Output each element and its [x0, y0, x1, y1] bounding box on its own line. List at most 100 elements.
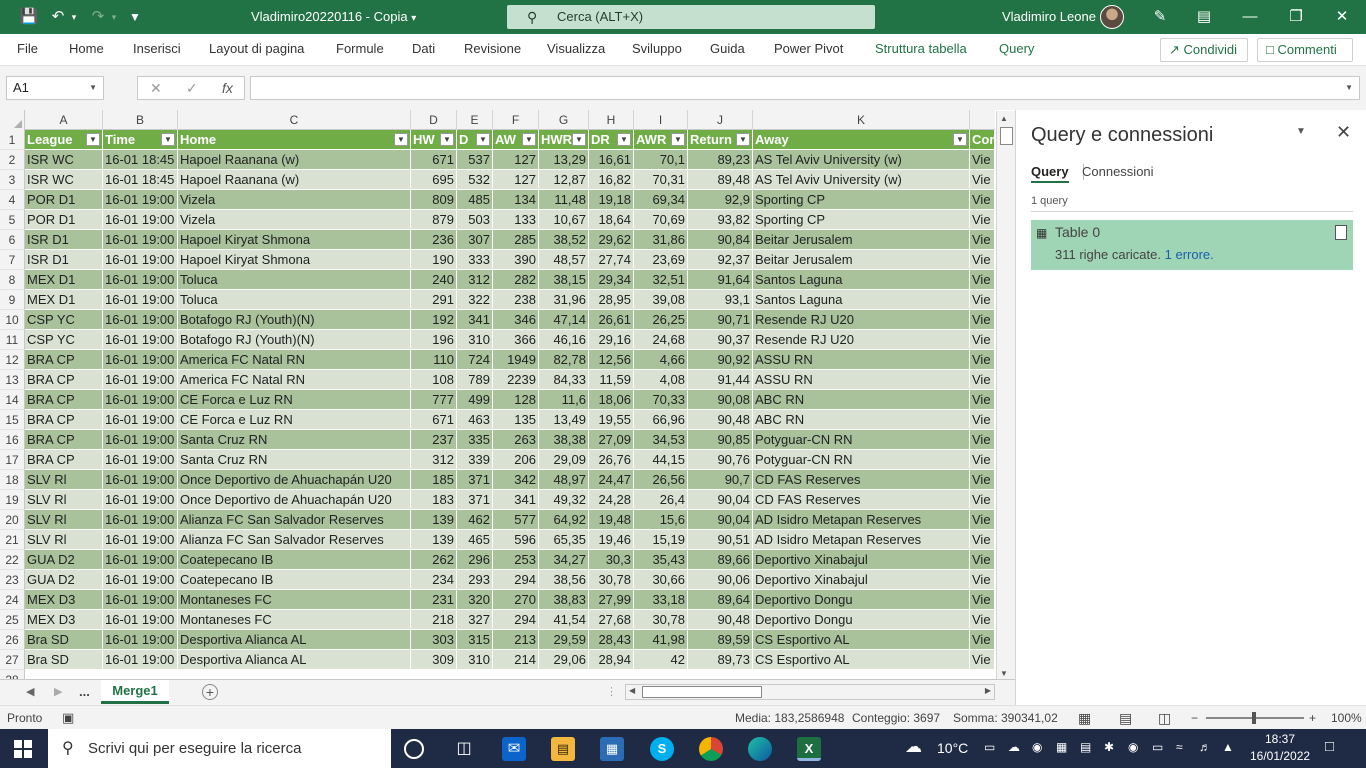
table-cell[interactable]: MEX D3 [25, 610, 103, 630]
battery-icon[interactable]: ▭ [1152, 740, 1163, 754]
table-cell[interactable]: Sporting CP [753, 210, 970, 230]
table-cell[interactable]: 192 [411, 310, 457, 330]
close-icon[interactable]: ✕ [1330, 0, 1354, 34]
table-cell[interactable]: 91,64 [688, 270, 753, 290]
tab-review[interactable]: Revisione [464, 34, 521, 64]
table-cell[interactable]: 28,94 [589, 650, 634, 670]
header-cell[interactable]: League ▼ [25, 130, 103, 150]
table-cell[interactable]: 19,18 [589, 190, 634, 210]
table-cell[interactable]: ISR WC [25, 150, 103, 170]
table-cell[interactable]: 16-01 19:00 [103, 230, 178, 250]
table-cell[interactable]: 26,56 [634, 470, 688, 490]
cancel-icon[interactable]: ✕ [150, 77, 162, 99]
table-cell[interactable]: 231 [411, 590, 457, 610]
table-cell[interactable]: ISR D1 [25, 250, 103, 270]
table-cell[interactable]: POR D1 [25, 190, 103, 210]
row-number[interactable]: 22 [0, 550, 25, 570]
page-break-view-icon[interactable]: ◫ [1158, 706, 1171, 730]
table-cell[interactable]: Bra SD [25, 650, 103, 670]
table-cell[interactable]: 312 [457, 270, 493, 290]
insert-function-icon[interactable]: fx [222, 77, 233, 99]
table-cell[interactable]: BRA CP [25, 450, 103, 470]
table-cell[interactable]: 30,66 [634, 570, 688, 590]
table-cell[interactable]: 263 [493, 430, 539, 450]
table-cell[interactable]: Desportiva Alianca AL [178, 650, 411, 670]
table-cell[interactable]: Vie [970, 650, 995, 670]
save-icon[interactable]: 💾 [18, 0, 40, 34]
table-cell[interactable]: 16-01 18:45 [103, 150, 178, 170]
table-cell[interactable]: 108 [411, 370, 457, 390]
filter-dropdown-icon[interactable]: ▼ [394, 133, 408, 146]
table-cell[interactable]: Beitar Jerusalem [753, 230, 970, 250]
table-cell[interactable]: 90,08 [688, 390, 753, 410]
table-cell[interactable]: 28,43 [589, 630, 634, 650]
tab-connections[interactable]: Connessioni [1082, 164, 1154, 179]
table-cell[interactable]: Deportivo Dongu [753, 590, 970, 610]
table-cell[interactable]: BRA CP [25, 370, 103, 390]
table-cell[interactable]: Bra SD [25, 630, 103, 650]
table-cell[interactable]: 262 [411, 550, 457, 570]
row-number[interactable]: 18 [0, 470, 25, 490]
table-cell[interactable]: Hapoel Raanana (w) [178, 150, 411, 170]
table-cell[interactable]: 879 [411, 210, 457, 230]
table-cell[interactable]: 30,78 [634, 610, 688, 630]
table-cell[interactable]: CD FAS Reserves [753, 490, 970, 510]
zoom-in-icon[interactable]: + [1309, 706, 1316, 730]
table-cell[interactable]: 320 [457, 590, 493, 610]
more-sheets[interactable]: ... [79, 680, 90, 704]
column-header-i[interactable]: I [634, 110, 688, 130]
table-cell[interactable]: 66,96 [634, 410, 688, 430]
table-cell[interactable]: 293 [457, 570, 493, 590]
table-cell[interactable]: 16-01 19:00 [103, 330, 178, 350]
table-cell[interactable]: 285 [493, 230, 539, 250]
table-cell[interactable]: 133 [493, 210, 539, 230]
normal-view-icon[interactable]: ▦ [1078, 706, 1091, 730]
table-cell[interactable]: 16-01 19:00 [103, 270, 178, 290]
scroll-up-icon[interactable]: ▲ [1000, 114, 1008, 123]
table-cell[interactable]: 92,37 [688, 250, 753, 270]
table-cell[interactable]: 90,51 [688, 530, 753, 550]
table-cell[interactable]: Vie [970, 550, 995, 570]
table-cell[interactable]: 26,25 [634, 310, 688, 330]
store-icon[interactable]: ▦ [600, 737, 624, 761]
table-cell[interactable]: Vie [970, 270, 995, 290]
table-cell[interactable]: 84,33 [539, 370, 589, 390]
table-cell[interactable]: CE Forca e Luz RN [178, 410, 411, 430]
header-cell[interactable]: AW ▼ [493, 130, 539, 150]
tab-data[interactable]: Dati [412, 34, 435, 64]
table-cell[interactable]: Vie [970, 570, 995, 590]
tab-queries[interactable]: Query [1031, 164, 1069, 183]
column-header-g[interactable]: G [539, 110, 589, 130]
row-number[interactable]: 21 [0, 530, 25, 550]
table-cell[interactable]: Vie [970, 350, 995, 370]
table-cell[interactable]: Hapoel Kiryat Shmona [178, 250, 411, 270]
table-cell[interactable]: 310 [457, 650, 493, 670]
table-cell[interactable]: 26,4 [634, 490, 688, 510]
refresh-document-icon[interactable] [1335, 225, 1347, 240]
scroll-left-icon[interactable]: ◀ [629, 686, 635, 695]
table-cell[interactable]: MEX D1 [25, 290, 103, 310]
table-cell[interactable]: 27,99 [589, 590, 634, 610]
table-cell[interactable]: Vie [970, 250, 995, 270]
table-cell[interactable]: 90,7 [688, 470, 753, 490]
security-icon[interactable]: ▲ [1222, 740, 1234, 754]
table-cell[interactable]: 695 [411, 170, 457, 190]
table-cell[interactable]: 16-01 19:00 [103, 490, 178, 510]
row-number[interactable]: 11 [0, 330, 25, 350]
column-header-h[interactable]: H [589, 110, 634, 130]
table-cell[interactable]: 296 [457, 550, 493, 570]
table-cell[interactable]: Vie [970, 610, 995, 630]
column-header-a[interactable]: A [25, 110, 103, 130]
table-cell[interactable]: 303 [411, 630, 457, 650]
table-cell[interactable]: 4,66 [634, 350, 688, 370]
table-cell[interactable]: 29,62 [589, 230, 634, 250]
table-cell[interactable]: 90,85 [688, 430, 753, 450]
table-cell[interactable]: 809 [411, 190, 457, 210]
table-cell[interactable]: Deportivo Xinabajul [753, 570, 970, 590]
task-view-icon[interactable]: ◫ [452, 737, 476, 761]
table-cell[interactable]: 671 [411, 410, 457, 430]
table-cell[interactable]: 253 [493, 550, 539, 570]
table-cell[interactable]: 24,68 [634, 330, 688, 350]
row-number[interactable]: 3 [0, 170, 25, 190]
table-cell[interactable]: SLV Rl [25, 490, 103, 510]
